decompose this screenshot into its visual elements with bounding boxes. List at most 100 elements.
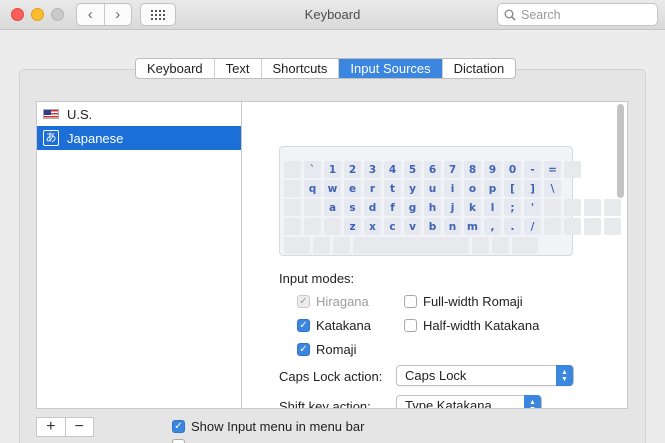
hiragana-label: Hiragana (316, 294, 369, 309)
keyboard-key: - (524, 161, 541, 178)
keyboard-key: a (324, 199, 341, 216)
show-input-menu-option[interactable]: ✓ Show Input menu in menu bar (172, 419, 364, 434)
half-width-katakana-checkbox[interactable] (404, 319, 417, 332)
remove-source-button[interactable]: − (64, 418, 94, 436)
blank-key (564, 199, 581, 216)
keyboard-key: ] (524, 180, 541, 197)
keyboard-key: [ (504, 180, 521, 197)
keyboard-key: 7 (444, 161, 461, 178)
source-item-japanese[interactable]: あ Japanese (37, 126, 241, 150)
blank-key (512, 237, 538, 254)
full-width-romaji-label: Full-width Romaji (423, 294, 523, 309)
romaji-checkbox[interactable]: ✓ (297, 343, 310, 356)
blank-key (324, 218, 341, 235)
blank-key (492, 237, 509, 254)
blank-key (333, 237, 350, 254)
keyboard-key: l (484, 199, 501, 216)
keyboard-key: ' (524, 199, 541, 216)
keyboard-row-1: ` 1 2 3 4 5 6 7 8 9 0- = (284, 161, 581, 178)
detail-scrollbar[interactable] (617, 104, 624, 198)
romaji-option[interactable]: ✓ Romaji (297, 342, 356, 357)
shift-key-action-label: Shift key action: (279, 399, 371, 408)
keyboard-key: m (464, 218, 481, 235)
show-input-menu-checkbox[interactable]: ✓ (172, 420, 185, 433)
us-flag-icon (43, 109, 59, 119)
tab-dictation[interactable]: Dictation (441, 59, 516, 78)
blank-key (284, 199, 301, 216)
keyboard-layout-preview: ` 1 2 3 4 5 6 7 8 9 0- = q w e r t y u i o p[] \ a s d f g h j k l; ' … (279, 146, 621, 256)
tab-bar: Keyboard Text Shortcuts Input Sources Di… (135, 58, 517, 79)
keyboard-key: c (384, 218, 401, 235)
blank-key (313, 237, 330, 254)
full-width-romaji-option[interactable]: Full-width Romaji (404, 294, 523, 309)
caps-lock-action-label: Caps Lock action: (279, 369, 383, 384)
keyboard-key: q (304, 180, 321, 197)
blank-key (284, 237, 310, 254)
hiragana-checkbox[interactable]: ✓ (297, 295, 310, 308)
second-bottom-option[interactable] (172, 439, 185, 443)
search-field[interactable]: Search (497, 3, 658, 26)
keyboard-key: v (404, 218, 421, 235)
up-down-chevron-icon: ▲▼ (524, 395, 541, 408)
full-width-romaji-checkbox[interactable] (404, 295, 417, 308)
shift-key-action-popup[interactable]: Type Katakana ▲▼ (396, 395, 542, 408)
keyboard-key: x (364, 218, 381, 235)
source-item-us[interactable]: U.S. (37, 102, 241, 126)
keyboard-key: r (364, 180, 381, 197)
keyboard-key: 2 (344, 161, 361, 178)
keyboard-key: 6 (424, 161, 441, 178)
input-modes-label: Input modes: (279, 271, 355, 286)
keyboard-key: 5 (404, 161, 421, 178)
second-bottom-checkbox[interactable] (172, 439, 185, 443)
caps-lock-action-value: Caps Lock (405, 368, 467, 383)
blank-key (544, 218, 561, 235)
keyboard-key: u (424, 180, 441, 197)
blank-key (304, 218, 321, 235)
hiragana-option[interactable]: ✓ Hiragana (297, 294, 369, 309)
tab-text[interactable]: Text (213, 59, 261, 78)
keyboard-key: t (384, 180, 401, 197)
up-down-chevron-icon: ▲▼ (556, 365, 573, 386)
search-placeholder: Search (521, 7, 561, 22)
keyboard-key: h (424, 199, 441, 216)
tab-shortcuts[interactable]: Shortcuts (260, 59, 339, 78)
add-source-button[interactable]: + (37, 418, 65, 436)
blank-key (604, 199, 621, 216)
keyboard-key: y (404, 180, 421, 197)
half-width-katakana-option[interactable]: Half-width Katakana (404, 318, 539, 333)
keyboard-key: \ (544, 180, 561, 197)
keyboard-key: e (344, 180, 361, 197)
keyboard-key: 3 (364, 161, 381, 178)
keyboard-key: 4 (384, 161, 401, 178)
plus-icon: + (46, 418, 56, 435)
title-bar: ‹ › Keyboard Search (0, 0, 665, 30)
katakana-checkbox[interactable]: ✓ (297, 319, 310, 332)
hiragana-a-icon: あ (43, 130, 59, 146)
blank-key (284, 180, 301, 197)
tab-input-sources[interactable]: Input Sources (338, 59, 442, 78)
tab-keyboard[interactable]: Keyboard (136, 59, 214, 78)
blank-key (304, 199, 321, 216)
show-input-menu-label: Show Input menu in menu bar (191, 419, 365, 434)
katakana-label: Katakana (316, 318, 371, 333)
blank-key (564, 161, 581, 178)
keyboard-key: i (444, 180, 461, 197)
blank-key (544, 199, 561, 216)
search-icon (504, 9, 516, 21)
keyboard-key: / (524, 218, 541, 235)
blank-key (584, 218, 601, 235)
keyboard-key: g (404, 199, 421, 216)
shift-key-action-value: Type Katakana (405, 398, 492, 408)
keyboard-key: f (384, 199, 401, 216)
keyboard-key: 8 (464, 161, 481, 178)
keyboard-key: o (464, 180, 481, 197)
keyboard-row-4: z x c v b n m,. / (284, 218, 621, 235)
keyboard-key: n (444, 218, 461, 235)
keyboard-key: , (484, 218, 501, 235)
source-label: Japanese (67, 130, 124, 146)
keyboard-key: b (424, 218, 441, 235)
katakana-option[interactable]: ✓ Katakana (297, 318, 371, 333)
blank-key (353, 237, 469, 254)
blank-key (284, 161, 301, 178)
caps-lock-action-popup[interactable]: Caps Lock ▲ ▼ (396, 365, 574, 386)
